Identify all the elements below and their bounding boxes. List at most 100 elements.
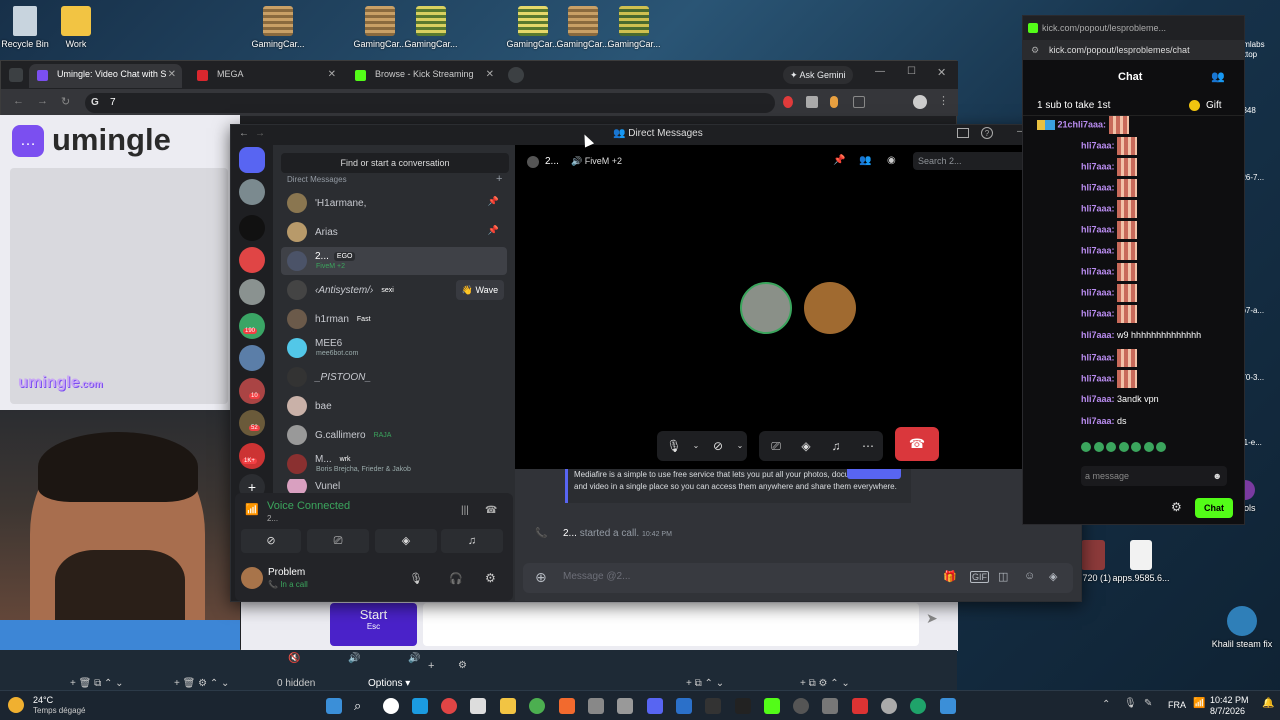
- dm-item[interactable]: G.callimero RAJA: [281, 421, 507, 449]
- notification-icon[interactable]: 🔔: [1262, 698, 1274, 709]
- tab-mega[interactable]: MEGA ✕: [189, 64, 342, 88]
- server-icon[interactable]: [239, 279, 265, 305]
- volume-icon[interactable]: 🔊: [348, 653, 360, 664]
- server-icon[interactable]: 1K+: [239, 443, 265, 469]
- site-info-icon[interactable]: ⚙: [1031, 45, 1039, 56]
- forward-icon[interactable]: →: [37, 95, 48, 107]
- clock-date[interactable]: 8/7/2026: [1210, 706, 1245, 716]
- ask-gemini-button[interactable]: ✦ Ask Gemini: [783, 66, 853, 84]
- taskbar-app-icon[interactable]: [676, 698, 692, 714]
- tab-kick[interactable]: Browse - Kick Streaming ✕: [347, 64, 500, 88]
- user-settings-icon[interactable]: 👥: [1211, 70, 1225, 83]
- soundboard-button[interactable]: ♫: [441, 529, 503, 553]
- settings-gear-icon[interactable]: ⚙: [1171, 500, 1182, 514]
- chevron-up-icon[interactable]: ⌃: [1102, 699, 1110, 710]
- user-avatar[interactable]: [241, 567, 263, 589]
- kick-icon[interactable]: [764, 698, 780, 714]
- start-button[interactable]: Start Esc: [330, 603, 417, 646]
- clock-time[interactable]: 10:42 PM: [1210, 695, 1249, 705]
- create-dm-icon[interactable]: +: [496, 173, 502, 185]
- dm-item[interactable]: MEE6 mee6bot.com: [281, 334, 507, 362]
- activities-button[interactable]: ◈: [375, 529, 437, 553]
- taskbar-app-icon[interactable]: [383, 698, 399, 714]
- embed-button[interactable]: [847, 469, 901, 479]
- voice-channel[interactable]: 2...: [267, 514, 278, 523]
- forward-icon[interactable]: →: [255, 128, 265, 139]
- screen-share-icon[interactable]: ⎚: [763, 433, 789, 459]
- taskbar-app-icon[interactable]: [412, 698, 428, 714]
- participant-avatar[interactable]: [804, 282, 856, 334]
- desktop-icon-apps[interactable]: apps.9585.6...: [1106, 540, 1176, 583]
- emoji-icon[interactable]: ☺: [1024, 570, 1035, 582]
- back-icon[interactable]: ←: [13, 95, 24, 107]
- extension-icon[interactable]: [783, 96, 793, 108]
- wave-button[interactable]: 👋 Wave: [456, 280, 504, 300]
- server-icon[interactable]: 52: [239, 410, 265, 436]
- tab-search-icon[interactable]: [9, 68, 23, 82]
- dm-item[interactable]: Arias 📌: [281, 218, 507, 246]
- gift-button[interactable]: Gift: [1206, 100, 1222, 111]
- minimize-icon[interactable]: —: [875, 66, 885, 77]
- taskbar-app-icon[interactable]: [793, 698, 809, 714]
- participant-avatar[interactable]: [740, 282, 792, 334]
- taskbar-app-icon[interactable]: [617, 698, 633, 714]
- headphones-icon[interactable]: 🎧: [449, 572, 463, 585]
- gif-icon[interactable]: GIF: [970, 571, 989, 583]
- desktop-icon-khalil-steam-fix[interactable]: Khalil steam fix: [1207, 606, 1277, 649]
- help-icon[interactable]: ?: [981, 127, 993, 139]
- wifi-icon[interactable]: 📶: [1193, 698, 1205, 709]
- server-icon[interactable]: 10: [239, 378, 265, 404]
- chevron-down-icon[interactable]: ⌄: [727, 433, 753, 459]
- taskbar-app-icon[interactable]: [470, 698, 486, 714]
- emoji-icon[interactable]: ☻: [1213, 466, 1222, 486]
- settings-gear-icon[interactable]: ⚙: [485, 571, 496, 585]
- server-icon[interactable]: [239, 247, 265, 273]
- screen-share-button[interactable]: ⎚: [307, 529, 369, 553]
- server-icon[interactable]: 190: [239, 313, 265, 339]
- add-icon[interactable]: +: [428, 660, 434, 672]
- brave-icon[interactable]: [559, 698, 575, 714]
- extension-icon[interactable]: [830, 96, 838, 108]
- dm-item[interactable]: h1rman Fast: [281, 305, 507, 333]
- activities-icon[interactable]: ◈: [793, 433, 819, 459]
- discord-icon[interactable]: [647, 698, 663, 714]
- dm-item[interactable]: Vunel: [281, 479, 507, 493]
- address-bar[interactable]: G 7: [85, 93, 775, 113]
- add-friends-icon[interactable]: 👥: [859, 155, 871, 166]
- desktop-icon-work[interactable]: Work: [41, 6, 111, 49]
- dm-item[interactable]: bae: [281, 392, 507, 420]
- taskbar-app-icon[interactable]: [940, 698, 956, 714]
- leave-call-button[interactable]: ☎: [895, 427, 939, 461]
- taskbar-app-icon[interactable]: [588, 698, 604, 714]
- desktop-icon-gamingcar-3[interactable]: GamingCar...: [396, 6, 466, 49]
- microphone-icon[interactable]: 🎙: [409, 572, 423, 585]
- close-icon[interactable]: ✕: [937, 66, 946, 79]
- apps-icon[interactable]: ◈: [1049, 570, 1057, 583]
- umingle-message-input[interactable]: [423, 603, 919, 646]
- back-icon[interactable]: ←: [239, 128, 249, 139]
- gift-icon[interactable]: 🎁: [943, 570, 957, 583]
- taskbar-app-icon[interactable]: [735, 698, 751, 714]
- add-attachment-icon[interactable]: ⊕: [535, 569, 547, 586]
- find-conversation-button[interactable]: Find or start a conversation: [281, 153, 509, 173]
- dm-item-active[interactable]: 2... EGO FiveM +2: [281, 247, 507, 275]
- taskbar-app-icon[interactable]: [822, 698, 838, 714]
- send-chat-button[interactable]: Chat: [1195, 498, 1233, 518]
- server-icon[interactable]: [239, 179, 265, 205]
- mute-icon[interactable]: 🔇: [288, 653, 300, 664]
- sticker-icon[interactable]: ◫: [998, 570, 1008, 583]
- taskbar-app-icon[interactable]: [441, 698, 457, 714]
- options-button[interactable]: Options ▾: [368, 678, 410, 689]
- dm-item[interactable]: 'H1armane, 📌: [281, 189, 507, 217]
- desktop-icon-gamingcar-1[interactable]: GamingCar...: [243, 6, 313, 49]
- taskbar-app-icon[interactable]: [852, 698, 868, 714]
- extensions-icon[interactable]: [853, 96, 865, 108]
- maximize-icon[interactable]: ☐: [907, 66, 916, 77]
- noise-suppression-icon[interactable]: |||: [461, 505, 469, 516]
- extension-icon[interactable]: [806, 96, 818, 108]
- close-tab-icon[interactable]: ✕: [168, 69, 176, 80]
- dm-item[interactable]: M... wrk Boris Brejcha, Frieder & Jakob: [281, 450, 507, 478]
- tab-umingle[interactable]: Umingle: Video Chat with S ✕: [29, 64, 182, 88]
- volume-icon[interactable]: 🔊: [408, 653, 420, 664]
- more-menu-icon[interactable]: ⋮: [938, 94, 949, 107]
